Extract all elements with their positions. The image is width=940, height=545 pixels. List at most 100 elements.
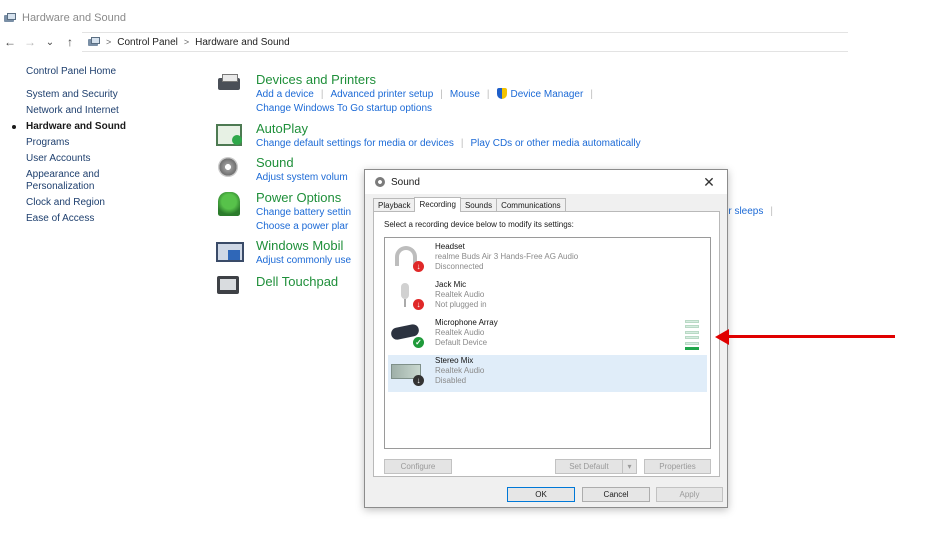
mouse-link[interactable]: Mouse [450, 89, 480, 100]
speaker-icon [375, 177, 385, 187]
device-detail: realme Buds Air 3 Hands-Free AG Audio [435, 252, 579, 261]
properties-button[interactable]: Properties [644, 459, 711, 474]
configure-button[interactable]: Configure [384, 459, 452, 474]
leftnav-system-and-security[interactable]: System and Security [26, 89, 166, 101]
headset-icon: ↓ [391, 244, 425, 274]
category-devices-and-printers: Devices and Printers Add a device | Advanc… [214, 72, 600, 116]
disconnected-badge-icon: ↓ [413, 261, 424, 272]
forward-arrow-icon[interactable]: → [20, 32, 40, 52]
list-item[interactable]: ↓ Stereo Mix Realtek Audio Disabled [388, 355, 707, 392]
power-options-icon [214, 190, 246, 218]
back-arrow-icon[interactable]: ← [0, 32, 20, 52]
add-a-device-link[interactable]: Add a device [256, 89, 314, 100]
device-status: Disconnected [435, 262, 484, 271]
set-default-button[interactable]: Set Default [555, 459, 623, 474]
cancel-button[interactable]: Cancel [582, 487, 650, 502]
windows-mobility-center-title[interactable]: Windows Mobil [256, 238, 351, 254]
tab-sounds[interactable]: Sounds [459, 198, 498, 212]
device-detail: Realtek Audio [435, 366, 485, 375]
mobility-center-icon [214, 238, 246, 266]
ok-button[interactable]: OK [507, 487, 575, 502]
red-annotation-arrow [715, 329, 895, 345]
microphone-array-icon: ✓ [390, 320, 425, 350]
category-sound: Sound Adjust system volum [214, 155, 348, 185]
device-detail: Realtek Audio [435, 328, 485, 337]
leftnav-network-and-internet[interactable]: Network and Internet [26, 105, 166, 117]
window-title: Hardware and Sound [22, 12, 126, 24]
touchpad-icon [214, 274, 246, 302]
list-item[interactable]: ↓ Headset realme Buds Air 3 Hands-Free A… [388, 241, 707, 278]
tab-recording[interactable]: Recording [414, 197, 461, 212]
tab-communications[interactable]: Communications [496, 198, 566, 212]
device-name: Microphone Array [435, 318, 498, 327]
sound-dialog: Sound ✕ Playback Recording Sounds Commun… [364, 169, 728, 508]
leftnav-clock-and-region[interactable]: Clock and Region [26, 197, 166, 209]
tab-playback[interactable]: Playback [373, 198, 416, 212]
speaker-icon [214, 155, 246, 183]
arrow-shaft [725, 335, 895, 338]
close-icon[interactable]: ✕ [701, 174, 717, 191]
change-windows-to-go-link[interactable]: Change Windows To Go startup options [256, 103, 432, 114]
change-default-media-settings-link[interactable]: Change default settings for media or dev… [256, 138, 454, 149]
device-status: Disabled [435, 376, 467, 385]
adjust-system-volume-link[interactable]: Adjust system volum [256, 172, 348, 183]
left-navigation: Control Panel Home System and Security N… [12, 66, 166, 229]
dialog-title-bar[interactable]: Sound [365, 170, 727, 194]
autoplay-title[interactable]: AutoPlay [256, 121, 641, 137]
control-panel-home-link[interactable]: Control Panel Home [26, 66, 166, 77]
leftnav-programs[interactable]: Programs [26, 137, 166, 149]
level-meter-segment [685, 341, 699, 345]
list-item[interactable]: ↓ Jack Mic Realtek Audio Not plugged in [388, 279, 707, 316]
dialog-tabs: Playback Recording Sounds Communications [373, 197, 566, 212]
device-status: Default Device [435, 338, 488, 347]
device-name: Stereo Mix [435, 356, 474, 365]
level-meter-segment [685, 325, 699, 329]
stereo-mix-icon: ↓ [391, 358, 425, 388]
window-title-bar: Hardware and Sound [0, 8, 126, 28]
play-cds-automatically-link[interactable]: Play CDs or other media automatically [471, 138, 641, 149]
recording-panel: Select a recording device below to modif… [373, 211, 720, 477]
recording-device-list[interactable]: ↓ Headset realme Buds Air 3 Hands-Free A… [384, 237, 711, 449]
category-power-options: Power Options Change battery settin Choo… [214, 190, 351, 234]
breadcrumb-control-panel[interactable]: Control Panel [117, 37, 178, 48]
microphone-icon: ↓ [391, 282, 425, 312]
devices-and-printers-title[interactable]: Devices and Printers [256, 72, 600, 88]
recent-locations-chevron-icon[interactable]: ⌄ [40, 32, 60, 52]
control-panel-icon [4, 13, 16, 23]
autoplay-icon [214, 121, 246, 149]
breadcrumb-separator: > [106, 37, 112, 47]
device-manager-link[interactable]: Device Manager [511, 89, 584, 100]
shield-icon [496, 88, 507, 99]
address-bar[interactable]: > Control Panel > Hardware and Sound [82, 32, 848, 52]
device-status: Not plugged in [435, 300, 487, 309]
leftnav-hardware-and-sound[interactable]: Hardware and Sound [12, 121, 166, 133]
device-detail: Realtek Audio [435, 290, 485, 299]
level-meter-segment [685, 336, 699, 340]
breadcrumb-separator: > [183, 37, 190, 47]
power-options-title[interactable]: Power Options [256, 190, 351, 206]
sound-title[interactable]: Sound [256, 155, 348, 171]
change-battery-settings-link[interactable]: Change battery settin [256, 207, 351, 218]
category-windows-mobility-center: Windows Mobil Adjust commonly use [214, 238, 351, 268]
up-arrow-icon[interactable]: ↑ [60, 32, 80, 52]
set-default-dropdown-icon[interactable]: ▾ [622, 459, 637, 474]
apply-button[interactable]: Apply [656, 487, 723, 502]
disabled-badge-icon: ↓ [413, 375, 424, 386]
device-name: Headset [435, 242, 465, 251]
category-autoplay: AutoPlay Change default settings for med… [214, 121, 641, 151]
leftnav-appearance-and-personalization[interactable]: Appearance and Personalization [26, 169, 126, 193]
adjust-commonly-used-settings-link[interactable]: Adjust commonly use [256, 255, 351, 266]
dialog-title: Sound [391, 176, 420, 188]
choose-power-plan-link[interactable]: Choose a power plar [256, 221, 348, 232]
leftnav-user-accounts[interactable]: User Accounts [26, 153, 166, 165]
printer-icon [214, 72, 246, 100]
instruction-text: Select a recording device below to modif… [384, 220, 574, 229]
default-device-check-icon: ✓ [413, 337, 424, 348]
list-item[interactable]: ✓ Microphone Array Realtek Audio Default… [388, 317, 707, 354]
advanced-printer-setup-link[interactable]: Advanced printer setup [330, 89, 433, 100]
breadcrumb-hardware-and-sound[interactable]: Hardware and Sound [195, 37, 290, 48]
leftnav-ease-of-access[interactable]: Ease of Access [26, 213, 166, 225]
level-meter-segment [685, 320, 699, 323]
category-dell-touchpad: Dell Touchpad [214, 274, 338, 302]
dell-touchpad-title[interactable]: Dell Touchpad [256, 274, 338, 290]
